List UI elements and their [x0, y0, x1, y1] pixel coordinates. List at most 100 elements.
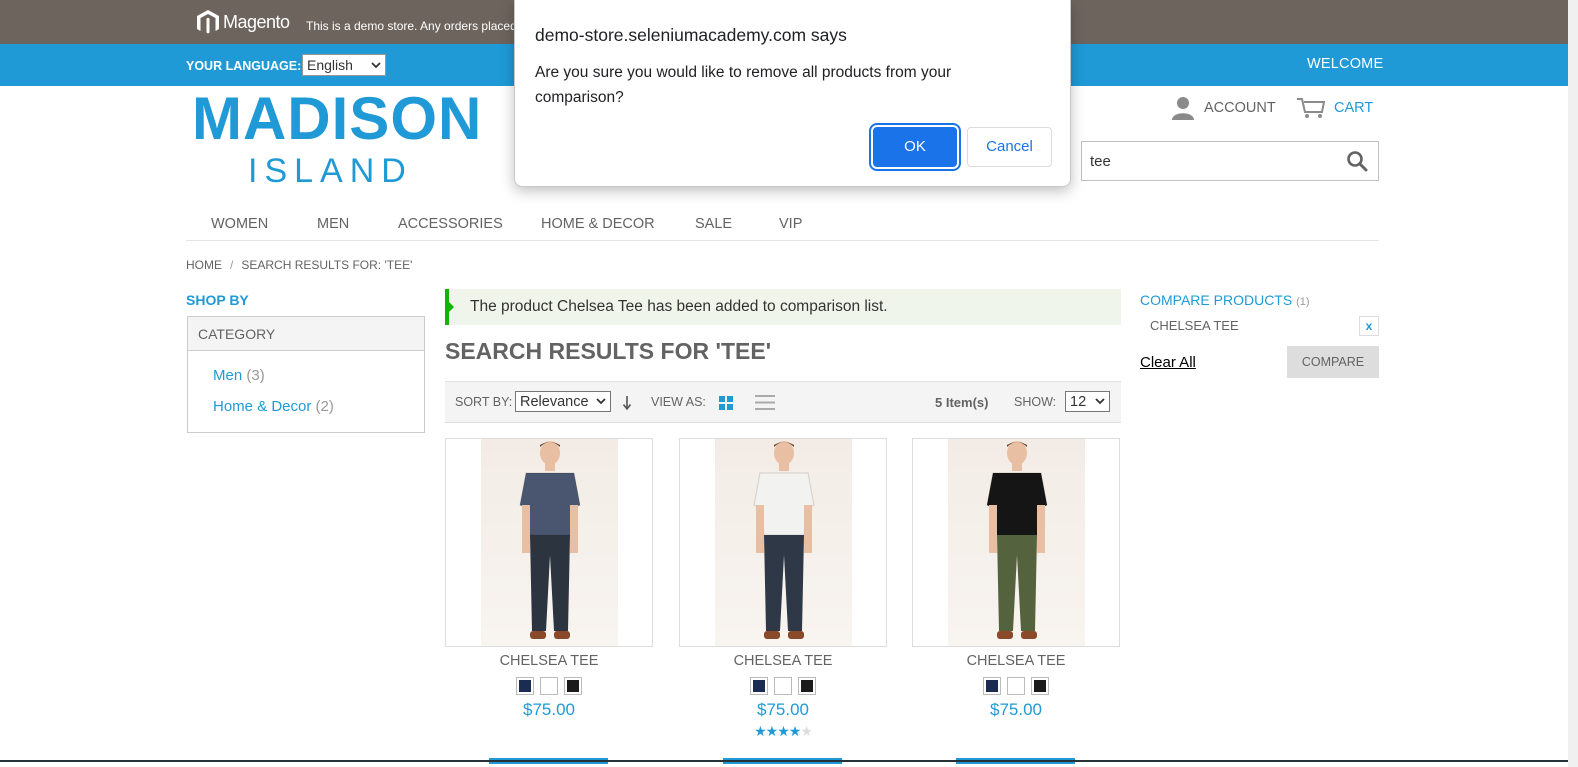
cart-icon — [1297, 98, 1326, 118]
sort-direction-icon[interactable] — [622, 395, 632, 411]
sort-by-select[interactable]: Relevance — [515, 391, 611, 412]
clear-all-link[interactable]: Clear All — [1140, 354, 1196, 371]
cart-link[interactable]: CART — [1296, 96, 1373, 120]
product-card: CHELSEA TEE $75.00 ★★★★★ — [679, 438, 887, 764]
limit-select[interactable]: 12 — [1065, 391, 1110, 412]
search-query-text: tee — [1090, 153, 1111, 170]
swatch-white[interactable] — [1007, 677, 1025, 695]
category-heading: CATEGORY — [188, 317, 424, 351]
chevron-down-icon — [596, 398, 606, 405]
list-view-icon[interactable] — [755, 394, 775, 411]
compare-products-heading: COMPARE PRODUCTS (1) — [1140, 292, 1310, 308]
grid-view-icon[interactable] — [718, 395, 734, 411]
search-input[interactable]: tee — [1081, 141, 1379, 181]
color-swatches — [679, 677, 887, 695]
account-link[interactable]: ACCOUNT — [1170, 96, 1276, 120]
main-navigation: WOMEN MEN ACCESSORIES HOME & DECOR SALE … — [186, 210, 1379, 241]
product-image[interactable] — [912, 438, 1120, 647]
sort-by-value: Relevance — [520, 393, 589, 410]
dialog-message: Are you sure you would like to remove al… — [535, 64, 952, 106]
product-price: $75.00 — [990, 700, 1042, 719]
nav-men[interactable]: MEN — [317, 216, 349, 232]
chevron-down-icon — [371, 61, 381, 68]
swatch-black[interactable] — [564, 677, 582, 695]
remove-compare-item-button[interactable]: x — [1359, 316, 1379, 336]
item-count: 5 Item(s) — [935, 395, 989, 410]
category-label: Home & Decor — [213, 398, 312, 415]
site-logo-line2: ISLAND — [248, 152, 413, 190]
category-home-decor[interactable]: Home & Decor (2) — [213, 398, 334, 415]
swatch-black[interactable] — [798, 677, 816, 695]
language-value: English — [307, 57, 353, 73]
category-filter: CATEGORY Men (3) Home & Decor (2) — [187, 316, 425, 433]
breadcrumb: HOME / SEARCH RESULTS FOR: 'TEE' — [186, 258, 412, 272]
nav-sale[interactable]: SALE — [695, 216, 732, 232]
site-logo-line1: MADISON — [192, 85, 483, 152]
category-count: (3) — [246, 367, 265, 384]
dialog-title: demo-store.seleniumacademy.com says — [535, 25, 847, 45]
compare-count: (1) — [1296, 296, 1310, 308]
product-name[interactable]: CHELSEA TEE — [912, 653, 1120, 669]
product-name[interactable]: CHELSEA TEE — [445, 653, 653, 669]
results-toolbar: SORT BY: Relevance VIEW AS: 5 Item(s) SH… — [445, 381, 1121, 423]
star-icon: ★★★★ — [754, 723, 801, 739]
color-swatches — [912, 677, 1120, 695]
chevron-down-icon — [1095, 398, 1105, 405]
show-label: SHOW: — [1014, 395, 1057, 409]
language-select[interactable]: English — [302, 54, 386, 76]
rating-stars[interactable]: ★★★★★ — [679, 723, 887, 740]
nav-home-decor[interactable]: HOME & DECOR — [541, 216, 655, 232]
compare-button[interactable]: COMPARE — [1287, 346, 1379, 378]
magento-logo-text: Magento — [223, 11, 290, 32]
success-message-text: The product Chelsea Tee has been added t… — [470, 298, 888, 315]
product-card: CHELSEA TEE $75.00 — [912, 438, 1120, 764]
search-icon[interactable] — [1346, 150, 1368, 172]
breadcrumb-separator: / — [230, 258, 234, 272]
compare-item[interactable]: CHELSEA TEE — [1150, 318, 1239, 333]
nav-women[interactable]: WOMEN — [211, 216, 268, 232]
nav-accessories[interactable]: ACCESSORIES — [398, 216, 503, 232]
swatch-navy[interactable] — [516, 677, 534, 695]
product-card: CHELSEA TEE $75.00 — [445, 438, 653, 764]
product-price: $75.00 — [757, 700, 809, 719]
category-men[interactable]: Men (3) — [213, 367, 265, 384]
sort-by-label: SORT BY: — [455, 395, 513, 409]
success-marker — [448, 301, 454, 313]
confirm-dialog: demo-store.seleniumacademy.com says Are … — [514, 0, 1071, 187]
swatch-navy[interactable] — [983, 677, 1001, 695]
shop-by-heading: SHOP BY — [186, 292, 249, 308]
swatch-black[interactable] — [1031, 677, 1049, 695]
language-label: YOUR LANGUAGE: — [186, 59, 302, 73]
limit-value: 12 — [1070, 393, 1087, 410]
magento-logo: Magento — [196, 9, 290, 35]
star-empty-icon: ★ — [800, 723, 813, 739]
cart-label: CART — [1334, 100, 1374, 116]
welcome-message: WELCOME — [1307, 56, 1384, 72]
breadcrumb-home[interactable]: HOME — [186, 258, 222, 272]
product-image[interactable] — [445, 438, 653, 647]
compare-title: COMPARE PRODUCTS — [1140, 292, 1293, 308]
cancel-button[interactable]: Cancel — [967, 127, 1052, 167]
color-swatches — [445, 677, 653, 695]
product-price: $75.00 — [523, 700, 575, 719]
view-as-label: VIEW AS: — [651, 395, 706, 409]
swatch-navy[interactable] — [750, 677, 768, 695]
user-icon — [1172, 97, 1194, 120]
product-model-figure — [986, 441, 1048, 639]
product-model-figure — [753, 441, 815, 639]
swatch-white[interactable] — [774, 677, 792, 695]
ok-button[interactable]: OK — [873, 127, 957, 167]
page-title: SEARCH RESULTS FOR 'TEE' — [445, 338, 772, 364]
swatch-white[interactable] — [540, 677, 558, 695]
category-count: (2) — [315, 398, 334, 415]
demo-notice-text: This is a demo store. Any orders placed — [306, 19, 517, 33]
account-label: ACCOUNT — [1204, 100, 1276, 116]
breadcrumb-current: SEARCH RESULTS FOR: 'TEE' — [241, 258, 413, 272]
scrollbar-track[interactable] — [1568, 0, 1578, 767]
product-image[interactable] — [679, 438, 887, 647]
success-message: The product Chelsea Tee has been added t… — [445, 289, 1121, 325]
magento-logo-icon — [197, 10, 219, 34]
bottom-divider — [0, 760, 1568, 762]
product-name[interactable]: CHELSEA TEE — [679, 653, 887, 669]
nav-vip[interactable]: VIP — [779, 216, 802, 232]
